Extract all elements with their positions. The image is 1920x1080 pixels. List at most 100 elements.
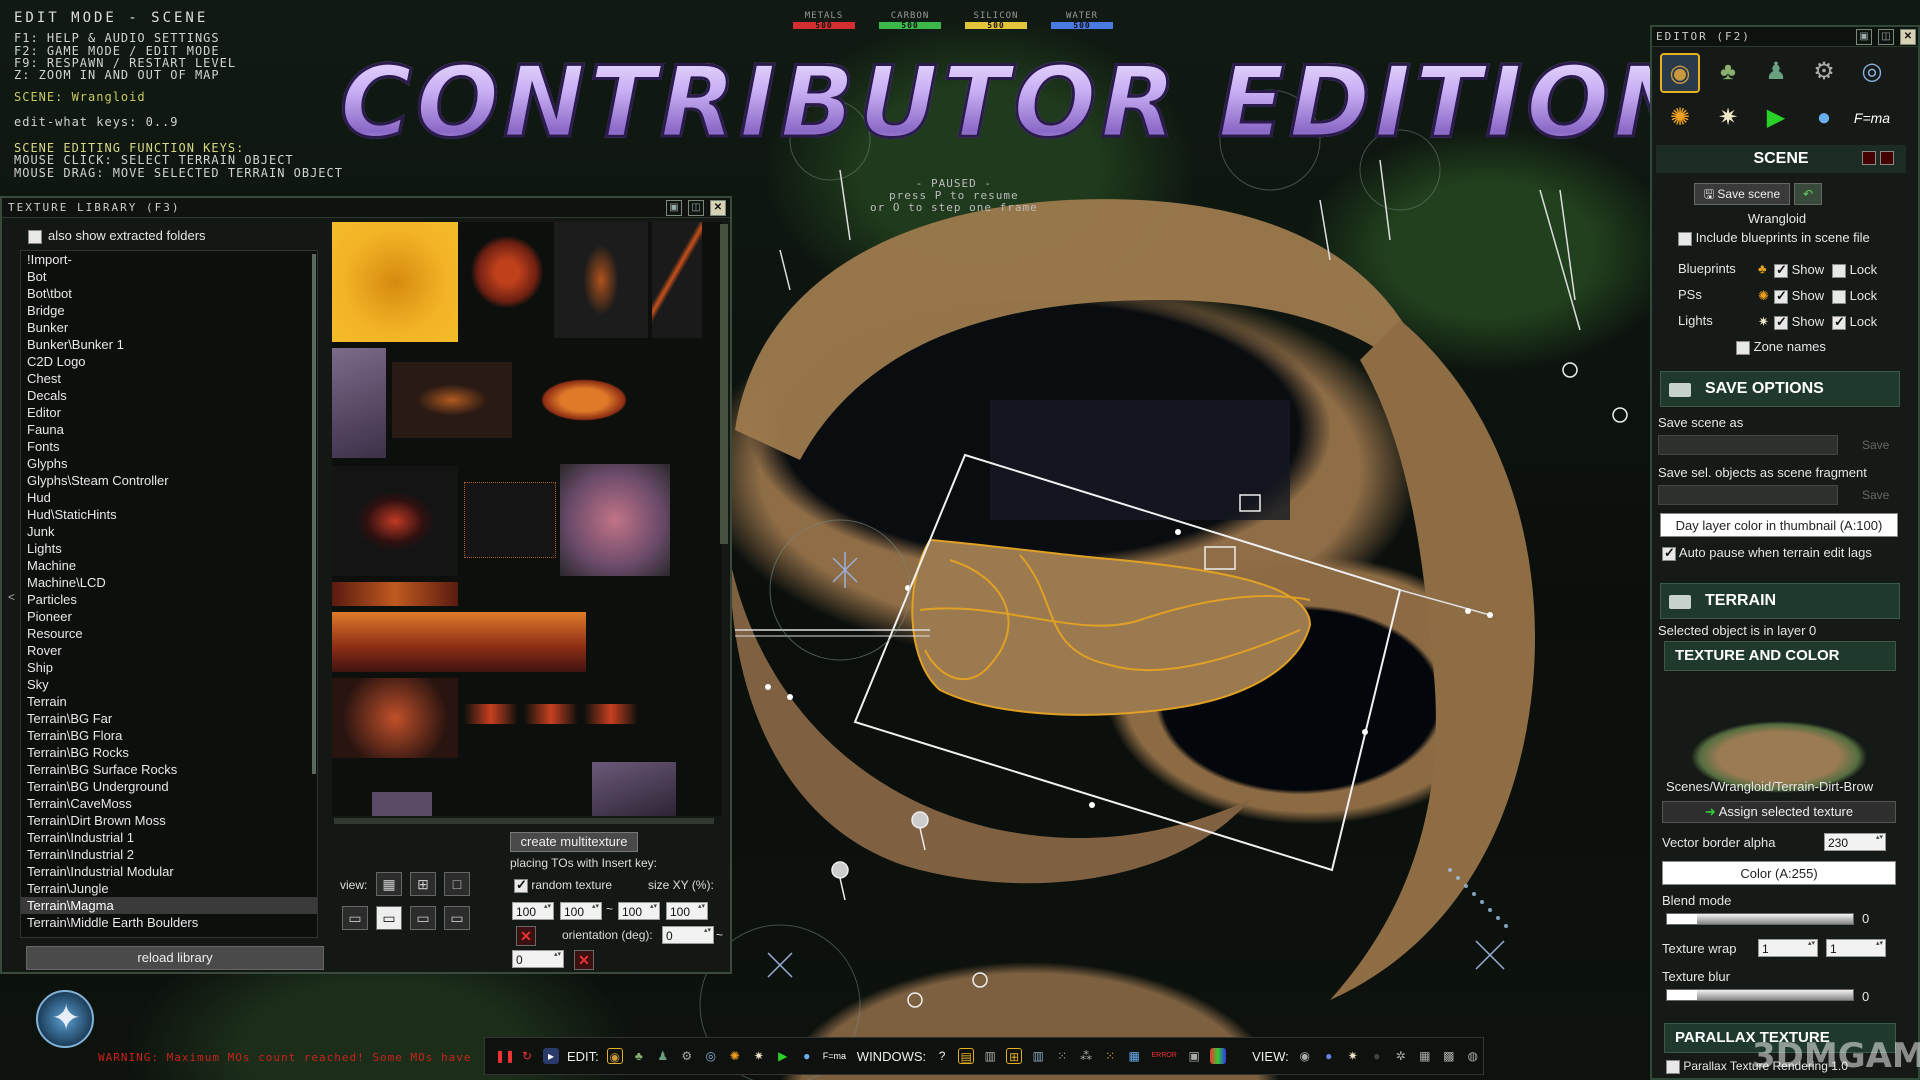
- folder-list-item[interactable]: Lights: [21, 540, 317, 557]
- undo-arrow-icon[interactable]: ↶: [1794, 183, 1822, 205]
- view-size-xs-button[interactable]: ▭: [342, 906, 368, 930]
- view-globe-icon[interactable]: ◍: [1465, 1048, 1481, 1064]
- texture-thumbnail[interactable]: [392, 362, 512, 438]
- toolbar-scene-icon[interactable]: ◉: [606, 1048, 623, 1064]
- texture-thumbnail-grid[interactable]: [332, 222, 722, 816]
- folder-list-item[interactable]: Terrain\Industrial 1: [21, 829, 317, 846]
- texture-thumbnail[interactable]: [584, 704, 638, 724]
- texture-library-window-icon[interactable]: ▤: [958, 1048, 975, 1064]
- folder-list-item[interactable]: Terrain\BG Far: [21, 710, 317, 727]
- folder-list-item[interactable]: Terrain\Middle Earth Boulders: [21, 914, 317, 931]
- texture-thumbnail[interactable]: [554, 222, 648, 338]
- parallax-checkbox[interactable]: [1666, 1059, 1680, 1074]
- texture-thumbnail[interactable]: [464, 704, 518, 724]
- view-dark-icon[interactable]: ●: [1369, 1048, 1385, 1064]
- lua-window-icon[interactable]: ▦: [1126, 1048, 1142, 1064]
- vector-border-input[interactable]: 230: [1824, 833, 1886, 851]
- orientation-max-input[interactable]: 0: [512, 950, 564, 968]
- view-size-l-button[interactable]: ▭: [444, 906, 470, 930]
- compass-icon[interactable]: [36, 990, 94, 1048]
- texture-thumbnail[interactable]: [560, 464, 670, 576]
- folder-list-item[interactable]: Resource: [21, 625, 317, 642]
- size-y-min-input[interactable]: 100: [618, 902, 660, 920]
- show-extracted-checkbox[interactable]: [28, 229, 42, 244]
- assign-texture-button[interactable]: ➜ Assign selected texture: [1662, 801, 1896, 823]
- window-restore-button[interactable]: ▣: [1856, 29, 1872, 45]
- random-texture-toggle[interactable]: random texture: [514, 877, 612, 893]
- save-scene-as-input[interactable]: [1658, 435, 1838, 455]
- restart-icon[interactable]: ↻: [519, 1048, 535, 1064]
- toolbar-fma-icon[interactable]: F=ma: [823, 1048, 846, 1064]
- save-scene-as-button[interactable]: Save: [1862, 435, 1889, 455]
- folder-list-item[interactable]: Hud\StaticHints: [21, 506, 317, 523]
- blueprint-mode-icon[interactable]: ♟: [1756, 53, 1796, 93]
- folder-list-item[interactable]: Terrain\Industrial Modular: [21, 863, 317, 880]
- folder-list-item[interactable]: Terrain\Industrial 2: [21, 846, 317, 863]
- texture-thumbnail[interactable]: [332, 222, 458, 342]
- toolbar-play-icon[interactable]: ▶: [775, 1048, 791, 1064]
- texture-thumbnail[interactable]: [332, 612, 586, 672]
- texture-color-header[interactable]: TEXTURE AND COLOR: [1664, 641, 1896, 671]
- view-size-s-button[interactable]: ▭: [376, 906, 402, 930]
- terrain-mode-icon[interactable]: ♣: [1708, 53, 1748, 93]
- color-button[interactable]: Color (A:255): [1662, 861, 1896, 885]
- size-x-min-input[interactable]: 100: [512, 902, 554, 920]
- folder-list-item[interactable]: Terrain\Magma: [21, 897, 317, 914]
- size-y-max-input[interactable]: 100: [666, 902, 708, 920]
- view-grid-icon[interactable]: ▦: [1417, 1048, 1433, 1064]
- texture-thumbnail[interactable]: [332, 678, 458, 758]
- view-dot-icon[interactable]: ◉: [1297, 1048, 1313, 1064]
- pause-icon[interactable]: ❚❚: [495, 1048, 515, 1064]
- layer-lock-toggle[interactable]: Lock: [1832, 288, 1877, 304]
- lock-checkbox[interactable]: [1832, 314, 1846, 330]
- show-checkbox[interactable]: [1774, 314, 1788, 330]
- reload-library-button[interactable]: reload library: [26, 946, 324, 970]
- folder-list-scrollbar[interactable]: [312, 254, 316, 774]
- help-icon[interactable]: ?: [934, 1048, 950, 1064]
- terrain-header[interactable]: TERRAIN: [1660, 583, 1900, 619]
- folder-list-item[interactable]: Fonts: [21, 438, 317, 455]
- folder-list-item[interactable]: Hud: [21, 489, 317, 506]
- layer-lock-toggle[interactable]: Lock: [1832, 262, 1877, 278]
- texture-blur-slider[interactable]: [1666, 989, 1854, 1001]
- layer-show-toggle[interactable]: Show: [1774, 262, 1824, 278]
- color-window-icon[interactable]: [1210, 1048, 1227, 1064]
- folder-list-item[interactable]: Rover: [21, 642, 317, 659]
- texture-thumbnail[interactable]: [332, 466, 458, 576]
- save-scene-button[interactable]: 🖫 Save scene: [1694, 183, 1790, 205]
- physics-fma-icon[interactable]: F=ma: [1852, 99, 1892, 139]
- texture-thumbnail[interactable]: [522, 362, 646, 438]
- folder-list-item[interactable]: Machine\LCD: [21, 574, 317, 591]
- toolbar-gear-icon[interactable]: ⚙: [679, 1048, 695, 1064]
- texture-wrap-y-input[interactable]: 1: [1826, 939, 1886, 957]
- play-icon[interactable]: ▶: [1756, 99, 1796, 139]
- toolbar-blueprint-icon[interactable]: ♟: [655, 1048, 671, 1064]
- folder-list-item[interactable]: Bot: [21, 268, 317, 285]
- show-checkbox[interactable]: [1774, 262, 1788, 278]
- folder-list-item[interactable]: Bunker\Bunker 1: [21, 336, 317, 353]
- save-fragment-input[interactable]: [1658, 485, 1838, 505]
- thumbnail-grid-hscrollbar[interactable]: [334, 818, 714, 824]
- thumbnail-grid-scrollbar[interactable]: [720, 224, 728, 544]
- orientation-input[interactable]: 0: [662, 926, 714, 944]
- view-grid-small-icon[interactable]: ▦: [376, 872, 402, 896]
- water-sphere-icon[interactable]: ●: [1804, 99, 1844, 139]
- slider-knob[interactable]: [1667, 990, 1697, 1000]
- particle-sun-icon[interactable]: ✺: [1660, 99, 1700, 139]
- audio-window-icon[interactable]: ▥: [1030, 1048, 1046, 1064]
- stats-window-icon[interactable]: ⁙: [1054, 1048, 1070, 1064]
- grid-window-icon[interactable]: ⊞: [1006, 1048, 1023, 1064]
- folder-list-item[interactable]: Terrain\Jungle: [21, 880, 317, 897]
- folder-list-item[interactable]: Ship: [21, 659, 317, 676]
- size-x-max-input[interactable]: 100: [560, 902, 602, 920]
- texture-wrap-x-input[interactable]: 1: [1758, 939, 1818, 957]
- lock-checkbox[interactable]: [1832, 289, 1846, 304]
- folder-list-item[interactable]: C2D Logo: [21, 353, 317, 370]
- play-small-icon[interactable]: [1880, 151, 1894, 165]
- settings-gear-icon[interactable]: ⚙: [1804, 53, 1844, 93]
- window-maximize-button[interactable]: ◫: [688, 200, 704, 216]
- view-sphere-icon[interactable]: ●: [1321, 1048, 1337, 1064]
- view-wheel-icon[interactable]: ✲: [1393, 1048, 1409, 1064]
- texture-thumbnail[interactable]: [464, 232, 550, 312]
- layers-window-icon[interactable]: ▥: [982, 1048, 998, 1064]
